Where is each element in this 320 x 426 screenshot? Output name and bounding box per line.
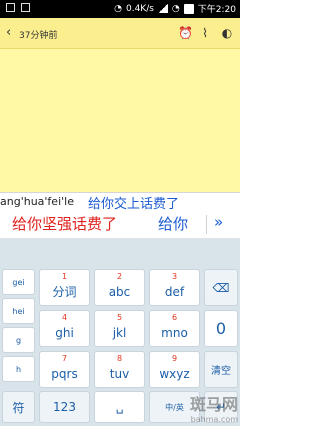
chevron-left-icon[interactable]: ‹ <box>6 25 11 40</box>
left-candidate-key[interactable]: g <box>2 327 35 353</box>
candidate-row: 给你坚强话费了 给你 » <box>0 211 240 239</box>
notification-icon <box>21 3 30 12</box>
notification-icons <box>6 3 30 12</box>
key-label: hei <box>12 306 25 316</box>
more-candidates-button[interactable]: » <box>214 213 223 231</box>
key-tuv[interactable]: 8 tuv <box>94 351 145 388</box>
symbol-key[interactable]: 符 <box>2 391 35 423</box>
key-segment[interactable]: 1 分词 <box>39 269 90 306</box>
wifi-icon: ◔ <box>171 3 180 14</box>
space-key[interactable]: ␣ <box>94 391 145 423</box>
time-ago: 37分钟前 <box>19 31 58 41</box>
watermark-sub: bahma.com <box>190 415 238 424</box>
key-wxyz[interactable]: 9 wxyz <box>149 351 200 388</box>
key-label: 清空 <box>211 366 231 377</box>
key-hint: 7 <box>61 354 68 363</box>
key-hint: 1 <box>61 272 68 281</box>
palette-icon[interactable]: ◐ <box>220 26 234 40</box>
key-label: abc <box>108 284 131 299</box>
candidate-secondary[interactable]: 给你 <box>158 213 188 234</box>
pinyin-composition: ang'hua'fei'le <box>0 195 74 208</box>
key-label: 符 <box>12 400 25 415</box>
key-ghi[interactable]: 4 ghi <box>39 310 90 347</box>
key-label: 0 <box>215 319 227 338</box>
key-label: def <box>164 284 185 299</box>
key-label: 分词 <box>52 285 77 299</box>
pinyin-candidate[interactable]: 给你交上话费了 <box>88 193 179 212</box>
key-mno[interactable]: 6 mno <box>149 310 200 347</box>
signal-icon <box>157 4 168 13</box>
attachment-icon[interactable]: ⌇ <box>198 26 212 40</box>
key-abc[interactable]: 2 abc <box>94 269 145 306</box>
wifi-icon: ◔ <box>114 3 122 14</box>
left-candidate-key[interactable]: gei <box>2 269 35 295</box>
key-hint: 2 <box>116 272 123 281</box>
key-label: pqrs <box>51 366 78 381</box>
key-label: 123 <box>53 400 76 414</box>
watermark-text: 斑马网 <box>189 395 238 414</box>
key-hint: 6 <box>171 313 178 322</box>
key-hint: 5 <box>116 313 123 322</box>
backspace-icon: ⌫ <box>212 280 230 295</box>
key-label: 中/英 <box>165 402 184 412</box>
clock: 下午2:20 <box>197 5 236 15</box>
key-label: jkl <box>112 325 127 340</box>
key-pqrs[interactable]: 7 pqrs <box>39 351 90 388</box>
key-label: mno <box>161 325 188 340</box>
key-label: ghi <box>55 325 74 340</box>
clear-key[interactable]: 清空 <box>204 351 238 388</box>
divider <box>206 215 207 234</box>
numeric-key[interactable]: 123 <box>39 391 90 423</box>
key-hint: 9 <box>171 354 178 363</box>
alarm-icon[interactable]: ⏰ <box>178 26 193 40</box>
key-label: g <box>15 335 22 345</box>
keyboard: gei hei g h 1 分词 2 abc 3 def 4 ghi 5 jkl… <box>0 239 240 426</box>
note-header: ‹ 37分钟前 ⏰ ⌇ ◐ <box>0 18 240 49</box>
key-hint: 4 <box>61 313 68 322</box>
key-label: wxyz <box>159 366 190 381</box>
pinyin-row: ang'hua'fei'le 给你交上话费了 <box>0 192 240 212</box>
status-right: ◔ 0.4K/s ◔ 下午2:20 <box>114 2 236 15</box>
key-hint: 3 <box>171 272 178 281</box>
key-label: gei <box>12 277 25 287</box>
key-zero[interactable]: 0 <box>204 310 238 347</box>
status-bar: ◔ 0.4K/s ◔ 下午2:20 <box>0 0 240 18</box>
network-speed: 0.4K/s <box>125 3 154 14</box>
watermark: 斑马网 bahma.com <box>190 391 238 424</box>
key-jkl[interactable]: 5 jkl <box>94 310 145 347</box>
note-editor[interactable] <box>0 49 240 192</box>
key-label: tuv <box>109 366 130 381</box>
backspace-key[interactable]: ⌫ <box>204 269 238 306</box>
key-def[interactable]: 3 def <box>149 269 200 306</box>
key-label: h <box>15 364 22 374</box>
battery-icon <box>183 3 194 14</box>
left-candidate-key[interactable]: h <box>2 356 35 382</box>
space-icon: ␣ <box>115 400 124 414</box>
notification-icon <box>6 3 15 12</box>
key-hint: 8 <box>116 354 123 363</box>
left-candidate-key[interactable]: hei <box>2 298 35 324</box>
candidate-primary[interactable]: 给你坚强话费了 <box>12 213 117 234</box>
